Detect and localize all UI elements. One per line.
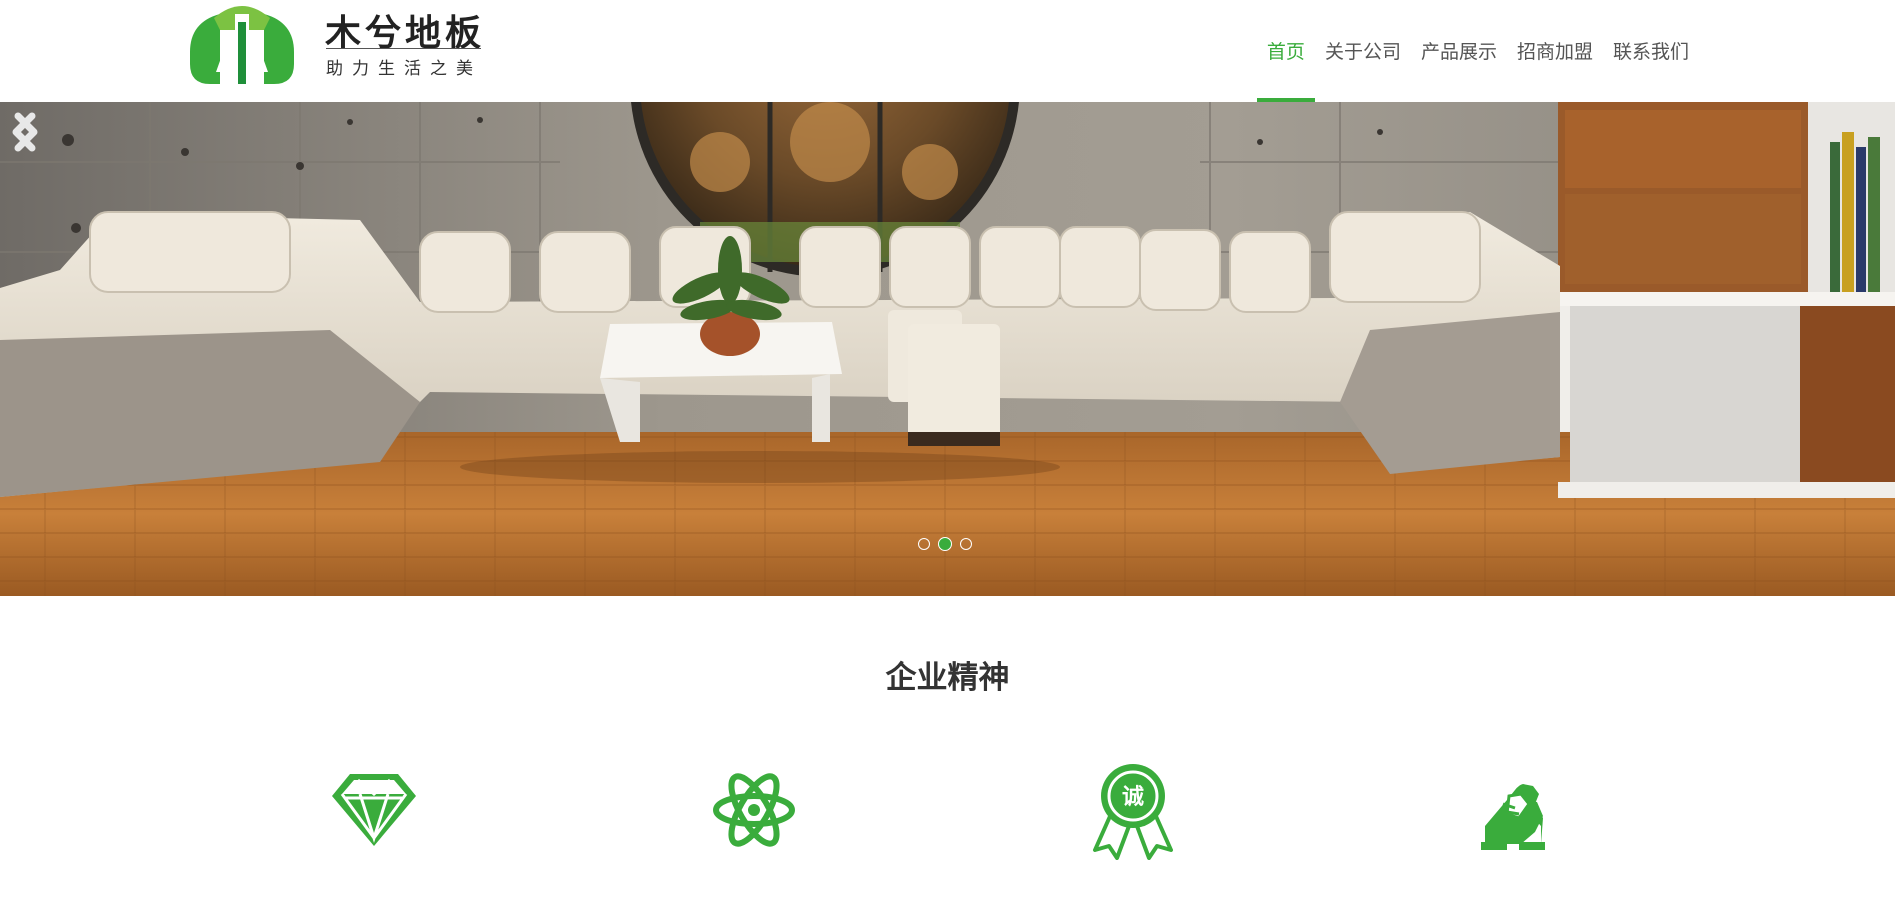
site-header: 木兮地板 助力生活之美 首页 关于公司 产品展示 招商加盟 联系我们	[0, 0, 1895, 102]
main-nav: 首页 关于公司 产品展示 招商加盟 联系我们	[1256, 0, 1699, 102]
diamond-icon	[324, 760, 424, 860]
nav-item-products[interactable]: 产品展示	[1411, 0, 1507, 102]
logo-divider	[326, 48, 481, 49]
carousel-dot-2[interactable]	[938, 537, 952, 551]
nav-item-franchise[interactable]: 招商加盟	[1507, 0, 1603, 102]
logo-mark-icon	[190, 6, 294, 84]
nav-item-home[interactable]: 首页	[1256, 0, 1315, 102]
badge-character: 诚	[1122, 785, 1144, 810]
carousel-next-arrow-icon[interactable]	[0, 102, 50, 162]
integrity-badge-icon: 诚	[1083, 760, 1183, 860]
handshake-icon	[1463, 760, 1563, 860]
atom-icon	[704, 760, 804, 860]
carousel-dot-1[interactable]	[918, 538, 930, 550]
section-title: 企业精神	[885, 660, 1010, 696]
logo[interactable]: 木兮地板 助力生活之美	[180, 0, 500, 90]
hero-carousel	[0, 102, 1895, 596]
nav-item-about[interactable]: 关于公司	[1315, 0, 1411, 102]
carousel-indicators	[918, 537, 972, 551]
hero-slide-image	[0, 102, 1895, 596]
nav-item-contact[interactable]: 联系我们	[1603, 0, 1699, 102]
carousel-dot-3[interactable]	[960, 538, 972, 550]
logo-slogan: 助力生活之美	[326, 59, 482, 79]
